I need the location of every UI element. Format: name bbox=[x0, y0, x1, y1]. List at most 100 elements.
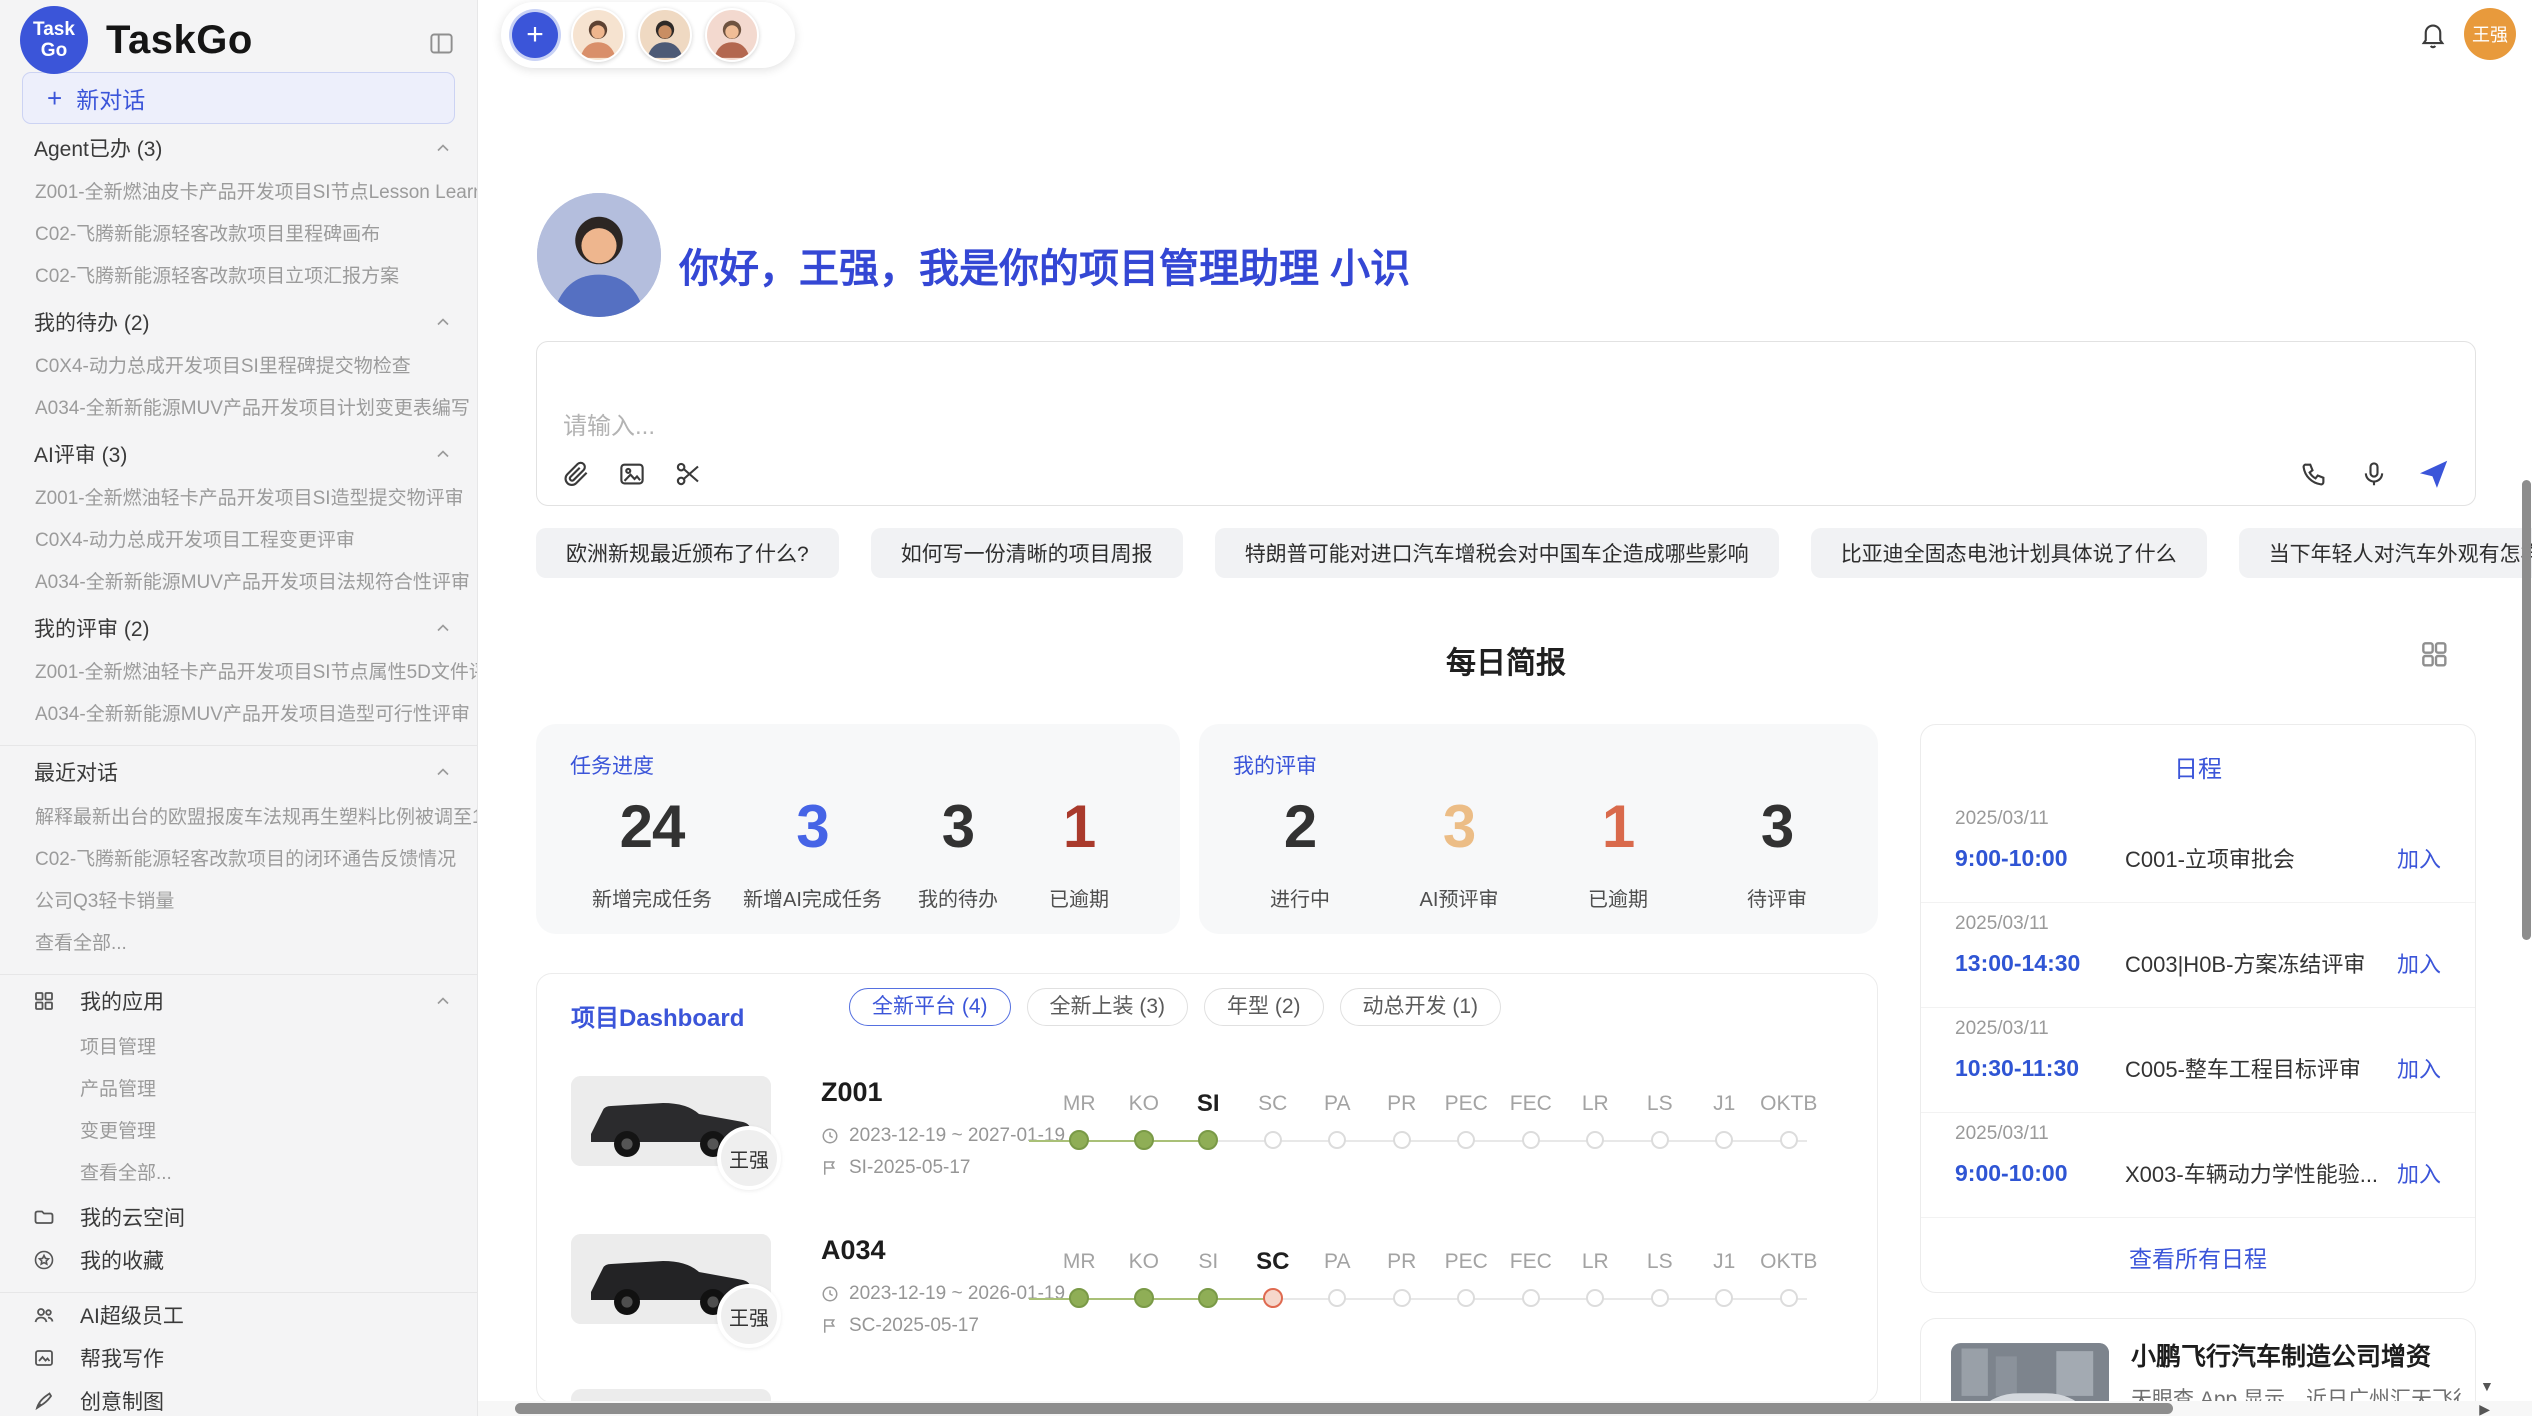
scissors-icon[interactable] bbox=[671, 457, 705, 491]
sidebar-item-label: AI超级员工 bbox=[80, 1300, 184, 1330]
scroll-down-icon[interactable]: ▼ bbox=[2480, 1378, 2494, 1394]
send-icon[interactable] bbox=[2417, 457, 2451, 491]
join-button[interactable]: 加入 bbox=[2397, 842, 2441, 874]
sidebar-item-my-apps[interactable]: 我的应用 bbox=[0, 975, 477, 1027]
notification-bell-icon[interactable] bbox=[2418, 19, 2448, 49]
list-item[interactable]: C0X4-动力总成开发项目SI里程碑提交物检查 bbox=[0, 346, 477, 388]
list-item[interactable]: Z001-全新燃油皮卡产品开发项目SI节点Lesson Learn报告 bbox=[0, 172, 477, 214]
section-header-recent-chats[interactable]: 最近对话 bbox=[0, 747, 477, 797]
card-title: 我的评审 bbox=[1233, 750, 1844, 780]
list-item[interactable]: C0X4-动力总成开发项目工程变更评审 bbox=[0, 520, 477, 562]
sidebar-item-creative-drawing[interactable]: 创意制图 bbox=[0, 1379, 477, 1416]
stat-value: 1 bbox=[1573, 792, 1663, 861]
milestone-timeline: MRKOSISCPAPRPECFECLRLSJ1OKTB bbox=[1047, 1247, 1847, 1311]
suggestion-chip[interactable]: 如何写一份清晰的项目周报 bbox=[871, 528, 1183, 578]
clock-icon bbox=[821, 1285, 839, 1303]
logo-icon: Task Go bbox=[20, 6, 88, 74]
cloud-drive-icon bbox=[32, 1204, 58, 1230]
avatar[interactable] bbox=[705, 8, 759, 62]
list-item[interactable]: A034-全新新能源MUV产品开发项目计划变更表编写 bbox=[0, 388, 477, 430]
attach-icon[interactable] bbox=[559, 457, 593, 491]
section-header-my-todo[interactable]: 我的待办 (2) bbox=[0, 298, 477, 346]
writing-image-icon bbox=[32, 1345, 58, 1371]
chevron-up-icon bbox=[433, 312, 453, 332]
horizontal-scrollbar-thumb[interactable] bbox=[515, 1403, 2173, 1414]
voice-call-icon[interactable] bbox=[2297, 457, 2331, 491]
avatar[interactable] bbox=[571, 8, 625, 62]
view-all-schedule[interactable]: 查看所有日程 bbox=[1921, 1240, 2475, 1274]
section-header-ai-review[interactable]: AI评审 (3) bbox=[0, 430, 477, 478]
list-item[interactable]: Z001-全新燃油轻卡产品开发项目SI造型提交物评审 bbox=[0, 478, 477, 520]
milestone-dot bbox=[1393, 1289, 1411, 1307]
list-item[interactable]: 解释最新出台的欧盟报废车法规再生塑料比例被调至15%... bbox=[0, 797, 477, 839]
sidebar-item-label: 帮我写作 bbox=[80, 1343, 164, 1373]
tab-powertrain[interactable]: 动总开发 (1) bbox=[1340, 988, 1502, 1026]
sidebar-item-my-cloud[interactable]: 我的云空间 bbox=[0, 1195, 477, 1238]
new-session-button[interactable]: + bbox=[512, 12, 558, 58]
join-button[interactable]: 加入 bbox=[2397, 1052, 2441, 1084]
section-header-agent-done[interactable]: Agent已办 (3) bbox=[0, 124, 477, 172]
stat-value: 3 bbox=[913, 792, 1003, 861]
avatar[interactable] bbox=[638, 8, 692, 62]
suggestion-chip[interactable]: 比亚迪全固态电池计划具体说了什么 bbox=[1811, 528, 2207, 578]
sidebar-item-project-mgmt[interactable]: 项目管理 bbox=[0, 1027, 477, 1069]
users-icon bbox=[32, 1302, 58, 1328]
briefing-title: 每日简报 bbox=[536, 638, 2476, 682]
mic-icon[interactable] bbox=[2357, 457, 2391, 491]
task-progress-card: 任务进度 24 新增完成任务 3 新增AI完成任务 3 我的待办 1 已逾期 bbox=[536, 724, 1180, 934]
stat-pending-review: 3 待评审 bbox=[1732, 792, 1822, 912]
project-row[interactable]: 王强 A034 2023-12-19 ~ 2026-01-19 SC-2025-… bbox=[537, 1227, 1878, 1377]
sidebar-item-my-favorites[interactable]: 我的收藏 bbox=[0, 1238, 477, 1281]
sidebar-item-help-me-write[interactable]: 帮我写作 bbox=[0, 1336, 477, 1379]
list-item[interactable]: Z001-全新燃油轻卡产品开发项目SI节点属性5D文件评审 bbox=[0, 652, 477, 694]
list-item[interactable]: C02-飞腾新能源轻客改款项目的闭环通告反馈情况 bbox=[0, 839, 477, 881]
join-button[interactable]: 加入 bbox=[2397, 1157, 2441, 1189]
layout-grid-icon[interactable] bbox=[2418, 638, 2450, 670]
chat-input[interactable] bbox=[537, 342, 2475, 450]
vertical-scrollbar-thumb[interactable] bbox=[2522, 480, 2531, 940]
schedule-item: 2025/03/11 13:00-14:30 C003|H0B-方案冻结评审 加… bbox=[1921, 903, 2475, 1008]
suggestion-chip[interactable]: 当下年轻人对汽车外观有怎样的喜好趋势 bbox=[2239, 528, 2532, 578]
milestone-label: MR bbox=[1047, 1247, 1112, 1277]
milestone-label: MR bbox=[1047, 1089, 1112, 1119]
schedule-title: 日程 bbox=[1921, 749, 2475, 784]
sidebar-item-product-mgmt[interactable]: 产品管理 bbox=[0, 1069, 477, 1111]
view-all-chats[interactable]: 查看全部... bbox=[0, 923, 477, 965]
section-header-my-review[interactable]: 我的评审 (2) bbox=[0, 604, 477, 652]
user-avatar[interactable]: 王强 bbox=[2464, 8, 2516, 60]
sidebar-item-ai-super-staff[interactable]: AI超级员工 bbox=[0, 1293, 477, 1336]
chevron-up-icon bbox=[433, 991, 453, 1011]
sidebar-item-change-mgmt[interactable]: 变更管理 bbox=[0, 1111, 477, 1153]
section-title: 我的评审 (2) bbox=[34, 613, 150, 643]
view-all-apps[interactable]: 查看全部... bbox=[0, 1153, 477, 1195]
milestone-label: PEC bbox=[1434, 1247, 1499, 1277]
suggestion-chip[interactable]: 欧洲新规最近颁布了什么? bbox=[536, 528, 839, 578]
list-item[interactable]: A034-全新新能源MUV产品开发项目造型可行性评审 bbox=[0, 694, 477, 736]
milestone-label: LR bbox=[1563, 1247, 1628, 1277]
milestone-label: LS bbox=[1628, 1247, 1693, 1277]
tab-new-platform[interactable]: 全新平台 (4) bbox=[849, 988, 1011, 1026]
list-item[interactable]: 公司Q3轻卡销量 bbox=[0, 881, 477, 923]
list-item[interactable]: C02-飞腾新能源轻客改款项目立项汇报方案 bbox=[0, 256, 477, 298]
stat-value: 2 bbox=[1255, 792, 1345, 861]
sidebar-collapse-icon[interactable] bbox=[428, 30, 455, 57]
tab-model-year[interactable]: 年型 (2) bbox=[1204, 988, 1324, 1026]
stat-value: 3 bbox=[743, 792, 882, 861]
my-review-card: 我的评审 2 进行中 3 AI预评审 1 已逾期 3 待评审 bbox=[1199, 724, 1878, 934]
suggestion-chip[interactable]: 特朗普可能对进口汽车增税会对中国车企造成哪些影响 bbox=[1215, 528, 1779, 578]
list-item[interactable]: C02-飞腾新能源轻客改款项目里程碑画布 bbox=[0, 214, 477, 256]
stat-new-done: 24 新增完成任务 bbox=[592, 792, 712, 912]
image-icon[interactable] bbox=[615, 457, 649, 491]
list-item[interactable]: A034-全新新能源MUV产品开发项目法规符合性评审 bbox=[0, 562, 477, 604]
horizontal-scrollbar: ▶ bbox=[478, 1401, 2532, 1416]
scroll-right-icon[interactable]: ▶ bbox=[2479, 1401, 2490, 1416]
milestone-dot bbox=[1651, 1289, 1669, 1307]
new-chat-label: 新对话 bbox=[76, 81, 145, 115]
schedule-date: 2025/03/11 bbox=[1955, 913, 2441, 935]
project-row[interactable]: 王强 Z001 2023-12-19 ~ 2027-01-19 SI-2025-… bbox=[537, 1069, 1878, 1219]
dashboard-title: 项目Dashboard bbox=[571, 998, 744, 1033]
join-button[interactable]: 加入 bbox=[2397, 947, 2441, 979]
tab-new-body[interactable]: 全新上装 (3) bbox=[1027, 988, 1189, 1026]
date-range: 2023-12-19 ~ 2027-01-19 bbox=[849, 1125, 1065, 1147]
new-chat-button[interactable]: + 新对话 bbox=[22, 72, 455, 124]
